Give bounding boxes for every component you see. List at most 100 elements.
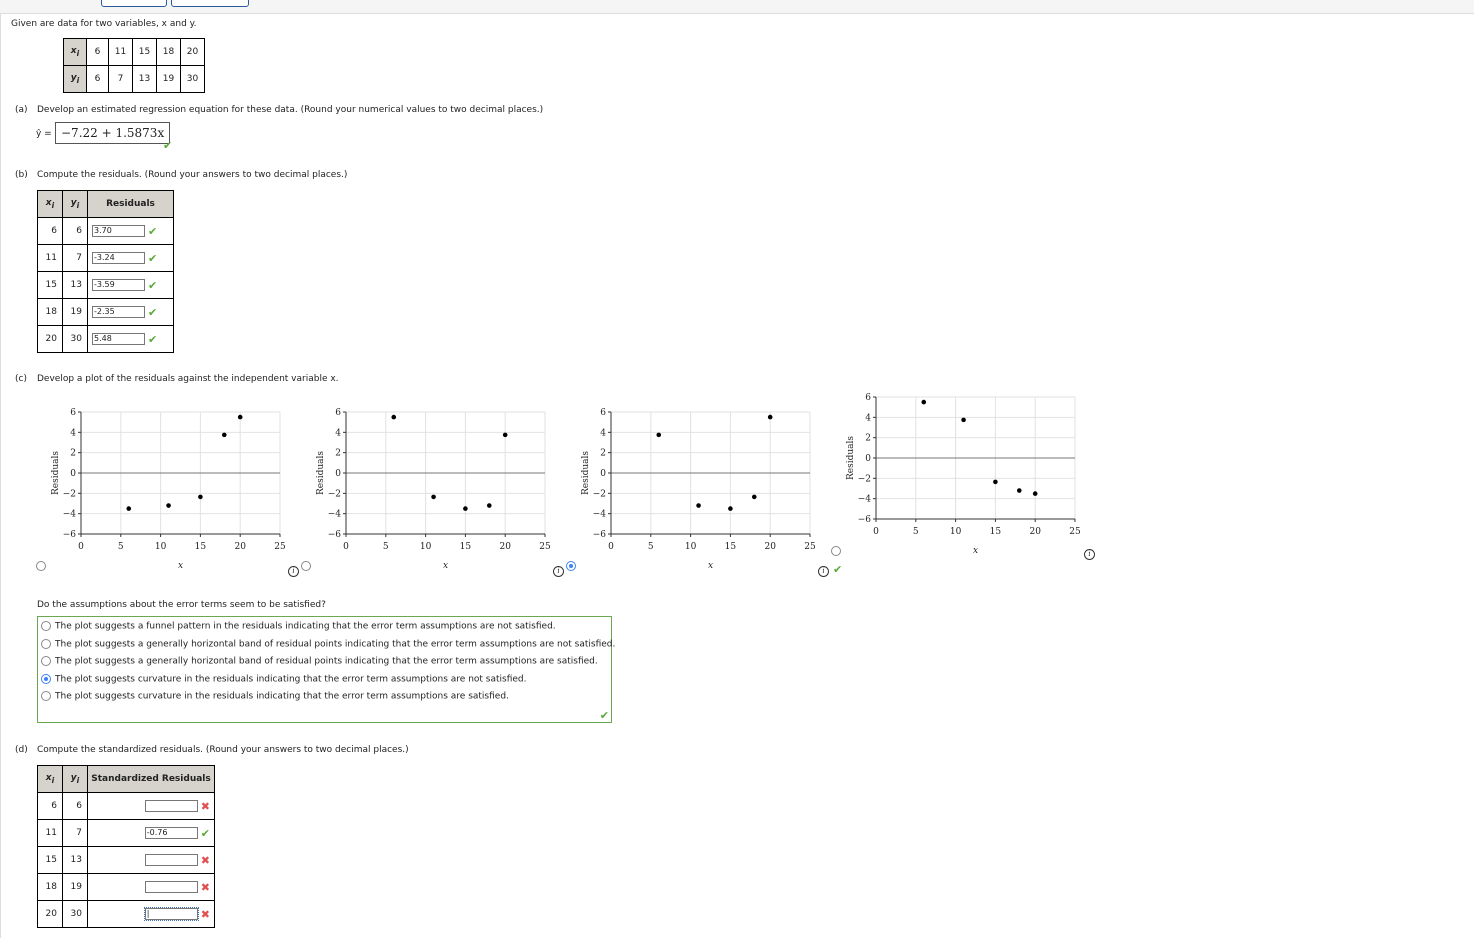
check-icon: ✔ (148, 251, 158, 265)
data-point (1016, 488, 1022, 493)
answer-input[interactable]: 3.70 (92, 225, 145, 237)
check-icon: ✔ (163, 139, 173, 152)
option-radio[interactable] (41, 638, 51, 649)
option-radio[interactable] (41, 621, 51, 631)
x-value: 11 (37, 819, 63, 847)
x-icon: ✖ (200, 907, 210, 921)
assumption-options: ✔ The plot suggests a funnel pattern in … (37, 616, 615, 723)
yhat-label: ŷ = (36, 129, 52, 139)
table-row: 6 6 3.70 ✔ (37, 217, 174, 245)
table-row: 15 13 -3.59 ✔ (37, 271, 174, 299)
regression-equation-input[interactable]: −7.22 + 1.5873x (55, 122, 171, 144)
answer-input[interactable] (144, 881, 198, 893)
y-axis-label: Residuals (581, 451, 591, 495)
plot-2-radio[interactable] (301, 561, 311, 571)
answer-input[interactable] (144, 854, 198, 866)
x-tick-label: 25 (1069, 527, 1081, 537)
answer-input[interactable]: | (143, 907, 199, 921)
y-tick-label: 2 (865, 434, 871, 444)
plot-1-radio[interactable] (36, 561, 46, 571)
x-tick-label: 20 (234, 542, 246, 552)
x-tick-label: 0 (78, 542, 84, 552)
info-icon[interactable]: i (553, 566, 564, 577)
x-value: 11 (37, 244, 63, 272)
data-point (1032, 491, 1038, 496)
x-value: 15 (37, 846, 63, 874)
y-value: 19 (62, 298, 88, 326)
x-axis-label: x (973, 546, 978, 556)
assumption-option[interactable]: The plot suggests a generally horizontal… (41, 656, 598, 667)
x-tick-label: 25 (804, 542, 816, 552)
y-tick-label: 0 (335, 469, 341, 479)
x-tick-label: 5 (913, 527, 919, 537)
check-icon: ✔ (599, 709, 609, 722)
x-tick-label: 25 (539, 542, 551, 552)
y-value: 19 (62, 873, 88, 901)
check-icon: ✔ (148, 332, 158, 346)
answer-input[interactable]: -3.24 (92, 252, 145, 264)
y-tick-label: 6 (600, 408, 606, 418)
answer-cell: ✖ (87, 792, 215, 820)
plot-3-radio[interactable] (566, 561, 576, 571)
answer-input[interactable]: -2.35 (92, 306, 145, 318)
x-icon: ✖ (200, 853, 210, 867)
y-tick-label: 2 (70, 449, 76, 459)
residual-plot-2: 0 5 10 15 20 25 −6 −4 −2 0 2 4 6 Residuals x (316, 408, 551, 571)
assumption-option[interactable]: The plot suggests curvature in the resid… (41, 673, 527, 684)
y-value: 30 (62, 900, 88, 928)
plot-4-radio[interactable] (831, 546, 841, 556)
y-tick-label: −4 (328, 510, 342, 520)
cell: 15 (132, 38, 157, 66)
part-a-label: (a) (15, 105, 28, 115)
toolbar-button[interactable] (101, 0, 167, 7)
y-tick-label: −6 (328, 530, 342, 540)
part-c-prompt: Develop a plot of the residuals against … (37, 374, 339, 384)
y-tick-label: 4 (70, 428, 76, 438)
check-icon: ✔ (200, 826, 210, 840)
part-a-prompt: Develop an estimated regression equation… (37, 105, 544, 115)
x-tick-label: 5 (648, 542, 654, 552)
answer-input[interactable]: 5.48 (92, 333, 145, 345)
option-label: The plot suggests a funnel pattern in th… (55, 621, 556, 632)
x-tick-label: 5 (118, 542, 124, 552)
info-icon[interactable]: i (818, 566, 829, 577)
x-axis-label: x (178, 561, 183, 571)
x-value: 6 (37, 217, 63, 245)
option-radio[interactable] (41, 656, 51, 666)
x-tick-label: 25 (274, 542, 286, 552)
answer-input[interactable]: -3.59 (92, 279, 145, 291)
y-tick-label: 4 (600, 428, 606, 438)
option-radio[interactable] (41, 691, 51, 701)
answer-input[interactable]: -0.76 (144, 827, 198, 839)
x-value: 18 (37, 873, 63, 901)
info-icon[interactable]: i (1084, 549, 1095, 560)
toolbar-button[interactable] (171, 0, 249, 7)
column-header: xi (37, 765, 63, 793)
x-tick-label: 15 (460, 542, 472, 552)
x-value: 6 (37, 792, 63, 820)
answer-cell: -3.24 ✔ (87, 244, 174, 272)
top-toolbar (0, 0, 1474, 14)
assumption-option[interactable]: The plot suggests curvature in the resid… (41, 691, 509, 702)
y-tick-label: 0 (70, 469, 76, 479)
cell: 18 (156, 38, 181, 66)
y-tick-label: −2 (328, 489, 341, 499)
data-point (221, 432, 227, 438)
assumption-option[interactable]: The plot suggests a generally horizontal… (41, 638, 615, 649)
y-value: 30 (62, 325, 88, 353)
x-tick-label: 20 (499, 542, 511, 552)
x-tick-label: 20 (764, 542, 776, 552)
data-point (463, 506, 468, 511)
data-point (751, 494, 757, 500)
x-icon: ✖ (200, 799, 210, 813)
option-radio[interactable] (41, 673, 51, 684)
assumption-option[interactable]: The plot suggests a funnel pattern in th… (41, 621, 556, 632)
y-tick-label: −4 (593, 510, 607, 520)
answer-input[interactable] (144, 800, 198, 812)
part-d-prompt: Compute the standardized residuals. (Rou… (37, 745, 409, 755)
cell: 7 (108, 65, 133, 93)
y-value: 7 (62, 244, 88, 272)
info-icon[interactable]: i (288, 566, 299, 577)
answer-cell: -3.59 ✔ (87, 271, 174, 299)
x-tick-label: 5 (383, 542, 389, 552)
